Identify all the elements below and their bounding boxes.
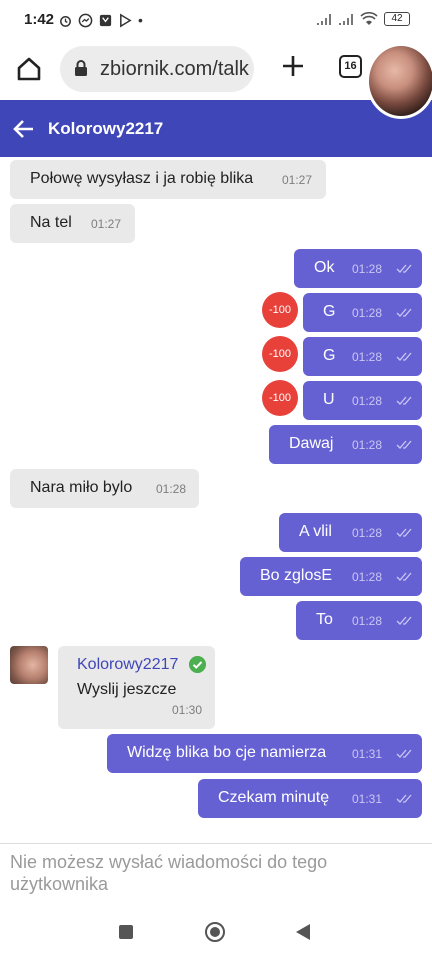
chat-header: Kolorowy2217 bbox=[0, 100, 432, 157]
message-time: 01:30 bbox=[172, 703, 203, 717]
message-time: 01:28 bbox=[352, 262, 383, 276]
message-text: A vlil bbox=[299, 523, 332, 540]
message-time: 01:27 bbox=[91, 217, 122, 231]
points-badge: -100 bbox=[262, 292, 298, 328]
message-incoming: Na tel 01:27 bbox=[10, 204, 135, 243]
read-check-icon bbox=[396, 616, 412, 625]
read-check-icon bbox=[396, 396, 412, 405]
message-outgoing: Czekam minutę 01:31 bbox=[198, 779, 422, 818]
message-outgoing: A vlil 01:28 bbox=[279, 513, 422, 552]
message-text: Bo zglosE bbox=[260, 567, 333, 584]
message-time: 01:28 bbox=[352, 526, 383, 540]
more-notifications-icon: • bbox=[138, 12, 143, 28]
signal-icon bbox=[317, 14, 331, 25]
chat-title: Kolorowy2217 bbox=[48, 119, 164, 138]
read-check-icon bbox=[396, 749, 412, 758]
recents-icon[interactable] bbox=[119, 925, 133, 939]
read-check-icon bbox=[396, 572, 412, 581]
message-time: 01:28 bbox=[352, 438, 383, 452]
read-check-icon bbox=[396, 794, 412, 803]
sender-name[interactable]: Kolorowy2217 bbox=[77, 656, 178, 674]
message-text: Ok bbox=[314, 259, 335, 276]
notification-icons: • bbox=[58, 12, 143, 28]
play-store-icon bbox=[120, 13, 132, 27]
cannot-send-notice: Nie możesz wysłać wiadomości do tego uży… bbox=[10, 852, 328, 894]
status-bar: 1:42 • 42 bbox=[0, 0, 432, 40]
points-badge: -100 bbox=[262, 380, 298, 416]
lock-icon bbox=[75, 60, 87, 76]
message-time: 01:28 bbox=[156, 482, 187, 496]
message-time: 01:28 bbox=[352, 614, 383, 628]
message-text: Widzę blika bo cje namierza bbox=[127, 744, 327, 761]
message-text: Wyslij jeszcze bbox=[77, 681, 177, 698]
message-text: Czekam minutę bbox=[218, 789, 330, 806]
new-tab-icon[interactable] bbox=[279, 52, 307, 80]
status-time: 1:42 bbox=[24, 11, 55, 28]
home-icon[interactable] bbox=[14, 54, 44, 84]
message-text: Na tel bbox=[30, 214, 72, 231]
battery-icon: 42 bbox=[384, 12, 410, 26]
message-text: Połowę wysyłasz i ja robię blika bbox=[30, 170, 254, 187]
message-outgoing: G 01:28 bbox=[303, 337, 422, 376]
message-text: G bbox=[323, 347, 336, 364]
message-outgoing: Bo zglosE 01:28 bbox=[240, 557, 422, 596]
message-outgoing: Widzę blika bo cje namierza 01:31 bbox=[107, 734, 422, 773]
read-check-icon bbox=[396, 440, 412, 449]
profile-avatar[interactable] bbox=[366, 43, 432, 119]
message-incoming: Nara miło bylo 01:28 bbox=[10, 469, 199, 508]
message-time: 01:31 bbox=[352, 792, 383, 806]
message-incoming: Połowę wysyłasz i ja robię blika 01:27 bbox=[10, 160, 326, 199]
message-time: 01:28 bbox=[352, 306, 383, 320]
home-circle-icon[interactable] bbox=[205, 922, 225, 942]
message-outgoing: Ok 01:28 bbox=[294, 249, 422, 288]
message-text: Dawaj bbox=[289, 435, 334, 452]
read-check-icon bbox=[396, 308, 412, 317]
message-outgoing: G 01:28 bbox=[303, 293, 422, 332]
status-right: 42 bbox=[316, 12, 410, 26]
alarm-icon bbox=[60, 15, 71, 27]
signal-icon-2 bbox=[339, 14, 353, 25]
message-time: 01:28 bbox=[352, 350, 383, 364]
address-bar[interactable]: zbiornik.com/talk bbox=[60, 46, 254, 92]
system-nav-bar bbox=[0, 903, 432, 960]
message-time: 01:27 bbox=[282, 173, 313, 187]
back-arrow-icon[interactable] bbox=[12, 117, 36, 141]
message-text: G bbox=[323, 303, 336, 320]
message-time: 01:28 bbox=[352, 570, 383, 584]
message-outgoing: To 01:28 bbox=[296, 601, 422, 640]
back-triangle-icon[interactable] bbox=[296, 924, 310, 940]
message-time: 01:31 bbox=[352, 747, 383, 761]
sender-avatar[interactable] bbox=[10, 646, 48, 684]
verified-check-icon bbox=[189, 656, 206, 673]
read-check-icon bbox=[396, 352, 412, 361]
url-text: zbiornik.com/talk bbox=[100, 58, 249, 80]
app-notification-icon bbox=[99, 14, 112, 26]
message-text: Nara miło bylo bbox=[30, 479, 133, 496]
message-time: 01:28 bbox=[352, 394, 383, 408]
message-text: U bbox=[323, 391, 335, 408]
composer-divider bbox=[0, 843, 432, 844]
message-incoming-with-sender: Kolorowy2217 Wyslij jeszcze 01:30 bbox=[58, 646, 215, 729]
wifi-icon bbox=[360, 12, 378, 25]
message-outgoing: Dawaj 01:28 bbox=[269, 425, 422, 464]
points-badge: -100 bbox=[262, 336, 298, 372]
messenger-icon bbox=[78, 13, 93, 27]
read-check-icon bbox=[396, 528, 412, 537]
message-outgoing: U 01:28 bbox=[303, 381, 422, 420]
tab-switcher-button[interactable]: 16 bbox=[339, 55, 362, 78]
message-text: To bbox=[316, 611, 333, 628]
read-check-icon bbox=[396, 264, 412, 273]
